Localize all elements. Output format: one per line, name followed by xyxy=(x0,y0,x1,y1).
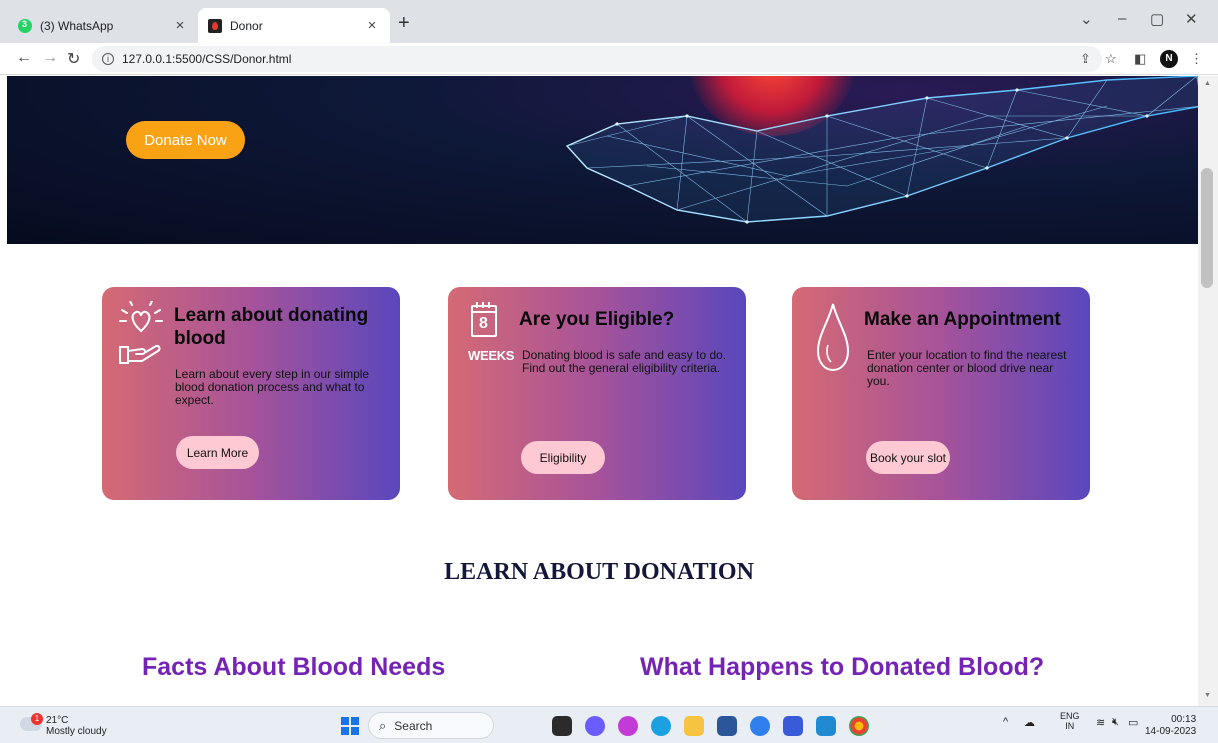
hero-banner: Donate Now xyxy=(7,76,1198,244)
star-icon[interactable]: ☆ xyxy=(1105,51,1117,67)
search-icon: ⌕ xyxy=(379,717,387,733)
wireframe-hand-image xyxy=(565,76,1198,224)
page-scrollbar[interactable]: ▲ ▼ xyxy=(1198,76,1218,706)
edge-icon[interactable] xyxy=(651,716,671,736)
onedrive-icon[interactable]: ☁ xyxy=(1024,716,1035,729)
task-view-icon[interactable] xyxy=(552,716,572,736)
lang-top: ENG xyxy=(1060,711,1080,721)
notification-badge: 1 xyxy=(31,713,43,725)
app-icon[interactable] xyxy=(783,716,803,736)
wifi-icon[interactable]: ≋ xyxy=(1096,716,1105,729)
section-heading: LEARN ABOUT DONATION xyxy=(444,559,754,585)
app-icon[interactable] xyxy=(750,716,770,736)
close-tab-icon[interactable]: × xyxy=(364,17,380,34)
card-title: Learn about donating blood xyxy=(174,305,369,349)
eligibility-button[interactable]: Eligibility xyxy=(521,441,605,474)
card-learn-donating: Learn about donating blood Learn about e… xyxy=(102,287,400,500)
tab-bar: (3) WhatsApp × Donor × + ⌄ – ▢ ✕ xyxy=(0,0,1218,43)
battery-icon[interactable]: ▭ xyxy=(1128,716,1138,729)
forward-icon[interactable]: → xyxy=(42,49,58,67)
close-tab-icon[interactable]: × xyxy=(172,17,188,34)
volume-muted-icon[interactable]: 🔇︎ xyxy=(1112,716,1119,729)
start-icon[interactable] xyxy=(341,717,359,735)
profile-avatar[interactable]: N xyxy=(1160,50,1178,68)
blood-drop-icon xyxy=(816,303,850,372)
scrollbar-thumb[interactable] xyxy=(1201,168,1213,288)
facts-blood-needs-heading: Facts About Blood Needs xyxy=(142,653,446,681)
share-icon[interactable]: ⇪ xyxy=(1080,51,1091,67)
url-field[interactable]: i 127.0.0.1:5500/CSS/Donor.html xyxy=(92,46,1102,72)
file-explorer-icon[interactable] xyxy=(684,716,704,736)
tab-search-icon[interactable]: ⌄ xyxy=(1080,10,1093,28)
calendar-caption: WEEKS xyxy=(468,348,515,363)
new-tab-button[interactable]: + xyxy=(398,12,410,35)
card-title: Are you Eligible? xyxy=(519,309,675,330)
menu-icon[interactable]: ⋮ xyxy=(1190,51,1203,67)
calendar-number: 8 xyxy=(479,315,488,332)
language-indicator[interactable]: ENG IN xyxy=(1060,711,1080,731)
donor-favicon-icon xyxy=(208,18,222,33)
show-hidden-icons-icon[interactable]: ^ xyxy=(1003,716,1008,728)
close-window-icon[interactable]: ✕ xyxy=(1185,10,1198,28)
heart-hand-icon xyxy=(119,301,163,364)
weather-widget[interactable]: 1 21°C Mostly cloudy xyxy=(20,713,107,737)
back-icon[interactable]: ← xyxy=(16,49,32,67)
taskbar-search[interactable]: ⌕ Search xyxy=(368,712,494,739)
sidepanel-icon[interactable]: ◧ xyxy=(1134,51,1146,67)
tab-title: (3) WhatsApp xyxy=(40,18,114,33)
tab-whatsapp[interactable]: (3) WhatsApp × xyxy=(8,8,198,43)
lang-bottom: IN xyxy=(1065,721,1075,731)
card-description: Enter your location to find the nearest … xyxy=(867,348,1067,388)
donated-blood-heading: What Happens to Donated Blood? xyxy=(640,653,1045,681)
widget-app-icon[interactable] xyxy=(618,716,638,736)
learn-more-button[interactable]: Learn More xyxy=(176,436,259,469)
search-label: Search xyxy=(394,718,433,733)
card-description: Donating blood is safe and easy to do. F… xyxy=(522,348,727,375)
store-icon[interactable] xyxy=(717,716,737,736)
tab-donor[interactable]: Donor × xyxy=(198,8,390,43)
restore-icon[interactable]: ▢ xyxy=(1150,10,1164,28)
chat-icon[interactable] xyxy=(585,716,605,736)
card-description: Learn about every step in our simple blo… xyxy=(175,367,370,407)
minimize-icon[interactable]: – xyxy=(1118,10,1126,27)
chrome-icon[interactable] xyxy=(849,716,869,736)
url-text: 127.0.0.1:5500/CSS/Donor.html xyxy=(122,52,292,66)
reload-icon[interactable]: ↻ xyxy=(67,49,80,69)
whatsapp-favicon-icon xyxy=(18,18,32,33)
weather-temp: 21°C xyxy=(46,715,69,726)
page-viewport: Donate Now Learn about donating blood Le… xyxy=(0,76,1198,706)
scroll-down-icon[interactable]: ▼ xyxy=(1204,692,1211,699)
taskbar: 1 21°C Mostly cloudy ⌕ Search ^ ☁ ENG IN… xyxy=(0,706,1218,743)
clock-date: 14-09-2023 xyxy=(1145,726,1197,737)
card-appointment: Make an Appointment Enter your location … xyxy=(792,287,1090,500)
donate-now-button[interactable]: Donate Now xyxy=(126,121,245,159)
card-title: Make an Appointment xyxy=(864,309,1061,330)
weather-desc: Mostly cloudy xyxy=(46,726,107,737)
calendar-8-weeks-icon xyxy=(471,302,497,337)
site-info-icon[interactable]: i xyxy=(102,53,114,65)
card-eligibility: 8 WEEKS Are you Eligible? Donating blood… xyxy=(448,287,746,500)
vscode-icon[interactable] xyxy=(816,716,836,736)
address-bar: ← → ↻ i 127.0.0.1:5500/CSS/Donor.html ⇪ … xyxy=(0,43,1218,75)
clock[interactable]: 00:13 14-09-2023 xyxy=(1145,714,1196,738)
scroll-up-icon[interactable]: ▲ xyxy=(1204,80,1211,87)
book-slot-button[interactable]: Book your slot xyxy=(866,441,950,474)
clock-time: 00:13 xyxy=(1171,714,1197,725)
tab-title: Donor xyxy=(230,18,263,33)
